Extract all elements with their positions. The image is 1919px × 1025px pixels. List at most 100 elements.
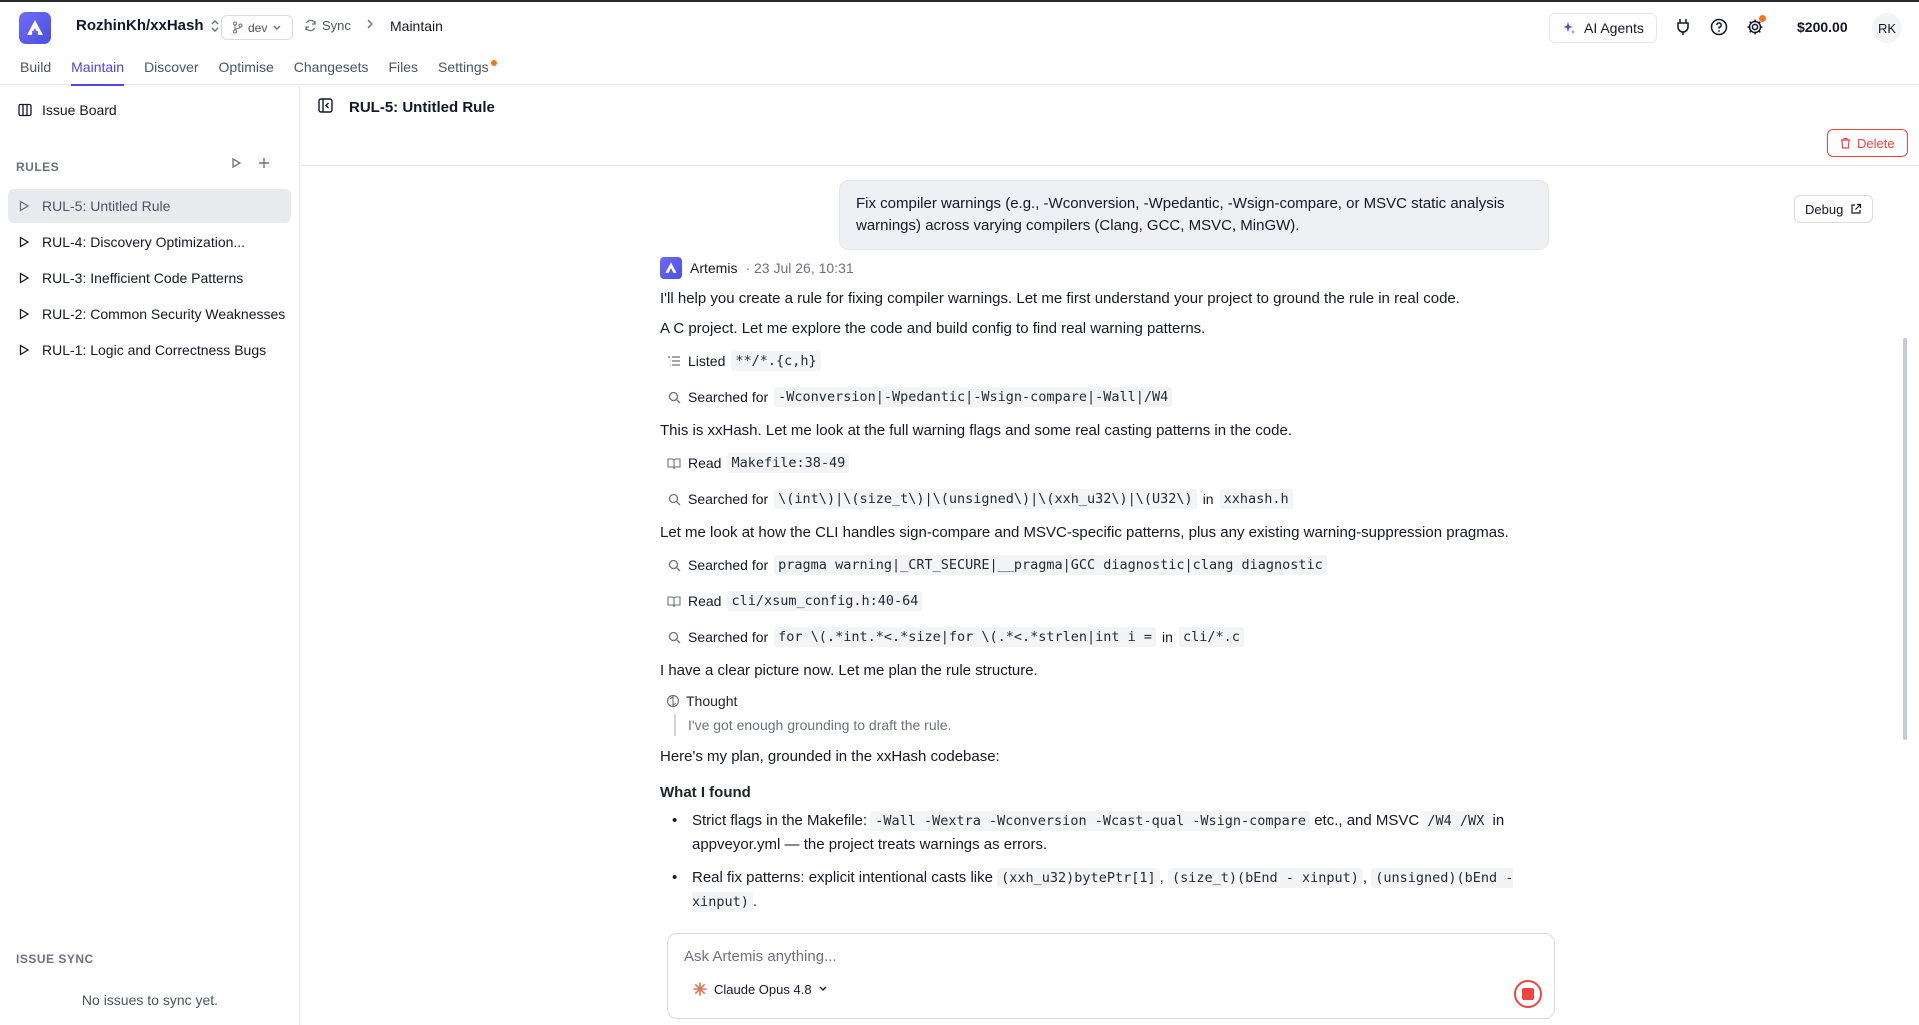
thought-block[interactable]: Thought I've got enough grounding to dra… <box>666 690 1550 736</box>
sidebar: Issue Board RULES RUL-5: Untitled Rule R… <box>0 86 300 1025</box>
debug-button[interactable]: Debug <box>1794 195 1874 223</box>
tab-changesets[interactable]: Changesets <box>284 56 379 86</box>
book-open-icon <box>667 596 681 607</box>
sync-button[interactable]: Sync <box>304 18 351 33</box>
ai-agents-button[interactable]: AI Agents <box>1549 13 1657 43</box>
tab-optimise[interactable]: Optimise <box>209 56 284 86</box>
tab-settings-label: Settings <box>438 59 489 75</box>
repo-selector[interactable]: RozhinKh/xxHash <box>76 17 220 34</box>
tool-argument: for \(.*int.*<.*size|for \(.*<.*strlen|i… <box>774 627 1157 647</box>
agent-paragraph: Let me look at how the CLI handles sign-… <box>660 524 1509 541</box>
rule-item[interactable]: RUL-5: Untitled Rule <box>8 189 291 223</box>
logo-icon <box>27 20 43 35</box>
user-message: Fix compiler warnings (e.g., -Wconversio… <box>839 180 1549 250</box>
plus-icon[interactable] <box>258 157 270 169</box>
rules-actions <box>230 157 270 169</box>
external-link-icon <box>1851 203 1862 214</box>
sidebar-collapse-icon <box>318 98 333 113</box>
notification-dot <box>1759 15 1766 22</box>
tool-argument: cli/xsum_config.h:40-64 <box>727 591 923 611</box>
repo-name: RozhinKh/xxHash <box>76 17 204 34</box>
tool-action: Read <box>688 593 722 609</box>
app-logo[interactable] <box>19 12 51 44</box>
list-item: Real fix patterns: explicit intentional … <box>670 866 1550 914</box>
search-icon <box>668 391 680 403</box>
tool-call[interactable]: Searched for \(int\)|\(size_t\)|\(unsign… <box>666 486 1550 512</box>
rule-item[interactable]: RUL-1: Logic and Correctness Bugs <box>8 333 291 367</box>
sync-label: Sync <box>322 18 351 33</box>
rule-list: RUL-5: Untitled Rule RUL-4: Discovery Op… <box>8 189 291 369</box>
rule-item-label: RUL-1: Logic and Correctness Bugs <box>42 342 267 358</box>
list-icon <box>668 356 680 366</box>
play-icon <box>19 236 30 248</box>
model-selector[interactable]: Claude Opus 4.8 <box>692 981 828 997</box>
sync-icon <box>305 19 316 32</box>
help-button[interactable] <box>1708 16 1730 38</box>
tool-argument: **/*.{c,h} <box>731 351 821 371</box>
agent-paragraph: I have a clear picture now. Let me plan … <box>660 662 1038 679</box>
tab-maintain[interactable]: Maintain <box>61 56 134 86</box>
agent-paragraph: A C project. Let me explore the code and… <box>660 320 1206 337</box>
thought-header: Thought <box>666 690 1550 712</box>
rule-item[interactable]: RUL-4: Discovery Optimization... <box>8 225 291 259</box>
tool-call[interactable]: Searched for pragma warning|_CRT_SECURE|… <box>666 552 1550 578</box>
tool-call[interactable]: Listed **/*.{c,h} <box>666 348 1550 374</box>
tool-call[interactable]: Searched for for \(.*int.*<.*size|for \(… <box>666 624 1550 650</box>
search-icon <box>668 631 680 643</box>
avatar[interactable]: RK <box>1872 13 1902 43</box>
tool-call[interactable]: Searched for -Wconversion|-Wpedantic|-Ws… <box>666 384 1550 410</box>
tool-action: Searched for <box>688 557 769 573</box>
tool-in: in <box>1202 491 1214 507</box>
rule-item[interactable]: RUL-2: Common Security Weaknesses <box>8 297 291 331</box>
app-header: RozhinKh/xxHash dev Sync Maintain AI Age… <box>0 2 1919 86</box>
agent-paragraph: I'll help you create a rule for fixing c… <box>660 290 1460 307</box>
breadcrumb-current: Maintain <box>390 18 443 34</box>
credits-balance[interactable]: $200.00 <box>1797 19 1848 35</box>
tool-call[interactable]: Read Makefile:38-49 <box>666 450 1550 476</box>
play-icon[interactable] <box>230 157 242 169</box>
delete-button[interactable]: Delete <box>1827 129 1908 157</box>
rule-item-label: RUL-2: Common Security Weaknesses <box>42 306 286 322</box>
chevron-down-icon <box>819 986 827 991</box>
plug-button[interactable] <box>1672 16 1694 38</box>
chat-input[interactable] <box>684 948 1484 965</box>
delete-label: Delete <box>1857 135 1895 151</box>
git-branch-icon <box>233 21 243 34</box>
brain-icon <box>666 694 680 708</box>
agent-name: Artemis <box>690 260 738 276</box>
rule-item-label: RUL-5: Untitled Rule <box>42 198 171 214</box>
play-icon <box>19 308 30 320</box>
chevron-right-icon <box>366 17 374 33</box>
collapse-sidebar-button[interactable] <box>318 98 333 116</box>
tab-files[interactable]: Files <box>378 56 428 86</box>
sparkle-icon <box>1563 22 1575 34</box>
branch-selector[interactable]: dev <box>221 15 294 40</box>
thought-label: Thought <box>686 693 738 709</box>
board-columns-icon <box>18 103 32 117</box>
agent-paragraph: This is xxHash. Let me look at the full … <box>660 422 1292 439</box>
play-icon <box>19 272 30 284</box>
chat-scrollbar[interactable] <box>1903 338 1907 740</box>
tool-call[interactable]: Read cli/xsum_config.h:40-64 <box>666 588 1550 614</box>
settings-button[interactable] <box>1744 15 1766 38</box>
tab-build[interactable]: Build <box>20 56 61 86</box>
tool-argument: \(int\)|\(size_t\)|\(unsigned\)|\(xxh_u3… <box>774 489 1197 509</box>
stop-generation-button[interactable] <box>1514 980 1542 1008</box>
tool-file: cli/*.c <box>1178 627 1244 647</box>
rule-item[interactable]: RUL-3: Inefficient Code Patterns <box>8 261 291 295</box>
search-icon <box>668 493 680 505</box>
message-timestamp: · 23 Jul 26, 10:31 <box>745 260 854 276</box>
plug-icon <box>1677 19 1689 35</box>
tool-argument: Makefile:38-49 <box>727 453 850 473</box>
debug-label: Debug <box>1805 201 1844 217</box>
tool-action: Read <box>688 455 722 471</box>
tool-in: in <box>1162 629 1173 645</box>
section-heading: What I found <box>660 784 751 801</box>
tool-action: Listed <box>688 353 726 369</box>
tab-discover[interactable]: Discover <box>134 56 208 86</box>
trash-icon <box>1841 137 1850 149</box>
chat-thread: Fix compiler warnings (e.g., -Wconversio… <box>660 166 1550 926</box>
issue-board-link[interactable]: Issue Board <box>18 102 117 118</box>
search-icon <box>668 559 680 571</box>
tab-settings[interactable]: Settings <box>428 56 507 86</box>
